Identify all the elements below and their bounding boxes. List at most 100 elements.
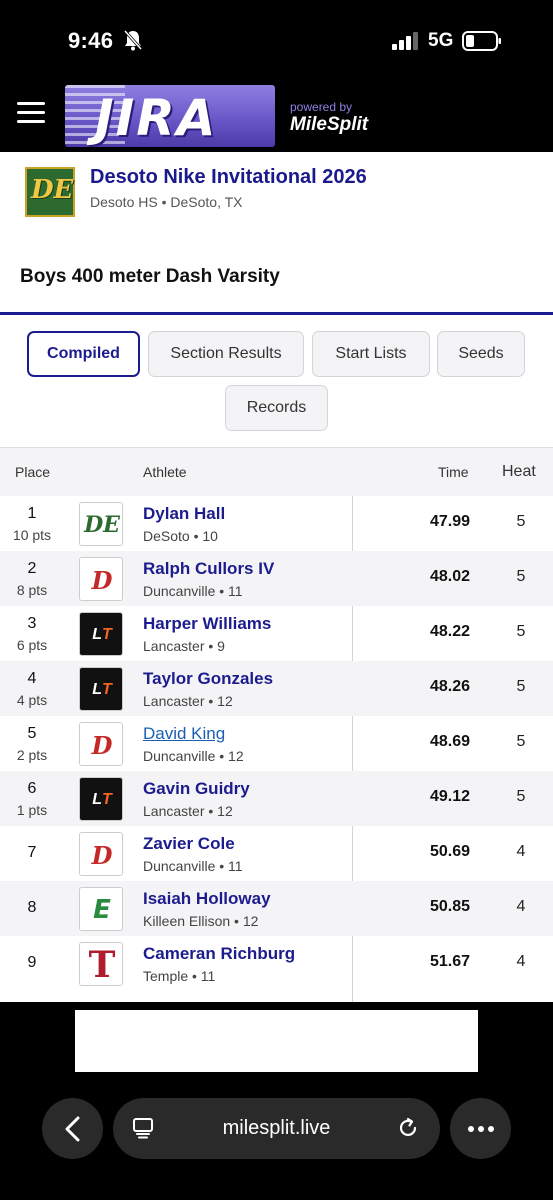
table-row: 2 8 pts D Ralph Cullors IV Duncanville •… bbox=[0, 551, 553, 606]
team-logo[interactable]: D bbox=[79, 722, 123, 766]
header-heat[interactable]: Heat bbox=[502, 463, 536, 481]
jira-logo-text: JIRA bbox=[95, 89, 218, 147]
row-points: 8 pts bbox=[16, 582, 48, 598]
row-time: 48.22 bbox=[429, 623, 470, 640]
table-row: 7 D Zavier Cole Duncanville • 11 50.69 4 bbox=[0, 826, 553, 881]
team-logo[interactable]: D bbox=[79, 557, 123, 601]
athlete-team: Duncanville • 11 bbox=[143, 583, 243, 599]
row-time: 48.26 bbox=[429, 678, 470, 695]
more-dots-icon bbox=[467, 1125, 494, 1132]
row-time: 48.02 bbox=[429, 568, 470, 585]
row-time: 50.85 bbox=[429, 898, 470, 915]
row-points: 1 pts bbox=[16, 802, 48, 818]
athlete-name[interactable]: Gavin Guidry bbox=[143, 779, 250, 799]
hamburger-menu-icon[interactable] bbox=[17, 102, 45, 124]
meet-logo: DE bbox=[25, 167, 75, 217]
athlete-name[interactable]: Dylan Hall bbox=[143, 504, 225, 524]
table-row: 1 10 pts DE Dylan Hall DeSoto • 10 47.99… bbox=[0, 496, 553, 551]
row-points: 10 pts bbox=[12, 527, 52, 543]
tab-records[interactable]: Records bbox=[225, 385, 328, 431]
url-text[interactable]: milesplit.live bbox=[113, 1117, 440, 1140]
athlete-name[interactable]: David King bbox=[143, 724, 225, 744]
table-body: 1 10 pts DE Dylan Hall DeSoto • 10 47.99… bbox=[0, 496, 553, 991]
team-logo[interactable]: LT bbox=[79, 667, 123, 711]
row-time: 51.67 bbox=[429, 953, 470, 970]
athlete-team: Duncanville • 11 bbox=[143, 858, 243, 874]
powered-by-label: powered by bbox=[290, 100, 353, 114]
team-logo[interactable]: D bbox=[79, 832, 123, 876]
back-button[interactable] bbox=[42, 1098, 103, 1159]
tab-section-results[interactable]: Section Results bbox=[148, 331, 304, 377]
team-logo[interactable]: LT bbox=[79, 777, 123, 821]
table-row: 4 4 pts LT Taylor Gonzales Lancaster • 1… bbox=[0, 661, 553, 716]
athlete-team: DeSoto • 10 bbox=[143, 528, 218, 544]
row-heat: 5 bbox=[516, 568, 526, 585]
table-row: 9 T Cameran Richburg Temple • 11 51.67 4 bbox=[0, 936, 553, 991]
athlete-name[interactable]: Cameran Richburg bbox=[143, 944, 295, 964]
event-title: Boys 400 meter Dash Varsity bbox=[20, 266, 280, 287]
ad-banner[interactable] bbox=[75, 1010, 478, 1072]
row-time: 47.99 bbox=[429, 513, 470, 530]
table-row: 5 2 pts D David King Duncanville • 12 48… bbox=[0, 716, 553, 771]
status-bar: 9:46 5G bbox=[0, 0, 553, 82]
athlete-name[interactable]: Ralph Cullors IV bbox=[143, 559, 274, 579]
meet-location: Desoto HS • DeSoto, TX bbox=[90, 194, 243, 210]
row-time: 49.12 bbox=[429, 788, 470, 805]
athlete-name[interactable]: Taylor Gonzales bbox=[143, 669, 273, 689]
row-points: 2 pts bbox=[16, 747, 48, 763]
table-header: Place Athlete Time Heat bbox=[0, 447, 553, 496]
reload-icon[interactable] bbox=[396, 1116, 420, 1140]
header-athlete: Athlete bbox=[143, 464, 187, 480]
row-heat: 5 bbox=[516, 733, 526, 750]
table-row: 3 6 pts LT Harper Williams Lancaster • 9… bbox=[0, 606, 553, 661]
team-logo[interactable]: DE bbox=[79, 502, 123, 546]
athlete-team: Lancaster • 12 bbox=[143, 693, 233, 709]
chevron-left-icon bbox=[65, 1116, 79, 1141]
row-place: 2 bbox=[27, 560, 37, 577]
tab-compiled[interactable]: Compiled bbox=[27, 331, 140, 377]
row-time: 50.69 bbox=[429, 843, 470, 860]
divider bbox=[0, 312, 553, 315]
row-heat: 5 bbox=[516, 623, 526, 640]
row-place: 4 bbox=[27, 670, 37, 687]
team-logo[interactable]: LT bbox=[79, 612, 123, 656]
network-label: 5G bbox=[428, 30, 454, 51]
athlete-team: Lancaster • 9 bbox=[143, 638, 225, 654]
row-place: 7 bbox=[27, 844, 37, 861]
milesplit-logo[interactable]: MileSplit bbox=[290, 114, 368, 136]
row-heat: 4 bbox=[516, 843, 526, 860]
tab-seeds[interactable]: Seeds bbox=[437, 331, 525, 377]
header-place: Place bbox=[15, 464, 51, 480]
browser-toolbar-area: milesplit.live bbox=[0, 1002, 553, 1200]
tab-start-lists[interactable]: Start Lists bbox=[312, 331, 430, 377]
row-place: 8 bbox=[27, 899, 37, 916]
site-header: JIRA powered by MileSplit bbox=[0, 82, 553, 152]
more-button[interactable] bbox=[450, 1098, 511, 1159]
table-row: 8 E Isaiah Holloway Killeen Ellison • 12… bbox=[0, 881, 553, 936]
athlete-name[interactable]: Harper Williams bbox=[143, 614, 271, 634]
row-points: 4 pts bbox=[16, 692, 48, 708]
row-place: 3 bbox=[27, 615, 37, 632]
team-logo[interactable]: E bbox=[79, 887, 123, 931]
battery-icon bbox=[462, 31, 501, 51]
jira-logo[interactable]: JIRA bbox=[65, 85, 275, 147]
row-time: 48.69 bbox=[429, 733, 470, 750]
athlete-team: Duncanville • 12 bbox=[143, 748, 244, 764]
results-table: Place Athlete Time Heat 1 10 pts DE Dyla… bbox=[0, 447, 553, 1002]
athlete-team: Temple • 11 bbox=[143, 968, 216, 984]
meet-title[interactable]: Desoto Nike Invitational 2026 bbox=[90, 166, 367, 189]
row-place: 6 bbox=[27, 780, 37, 797]
table-row: 6 1 pts LT Gavin Guidry Lancaster • 12 4… bbox=[0, 771, 553, 826]
header-time[interactable]: Time bbox=[438, 464, 469, 480]
athlete-name[interactable]: Zavier Cole bbox=[143, 834, 235, 854]
url-bar[interactable]: milesplit.live bbox=[113, 1098, 440, 1159]
row-heat: 4 bbox=[516, 898, 526, 915]
row-heat: 4 bbox=[516, 953, 526, 970]
row-place: 5 bbox=[27, 725, 37, 742]
team-logo[interactable]: T bbox=[79, 942, 123, 986]
row-heat: 5 bbox=[516, 678, 526, 695]
athlete-name[interactable]: Isaiah Holloway bbox=[143, 889, 271, 909]
row-heat: 5 bbox=[516, 513, 526, 530]
row-place: 9 bbox=[27, 954, 37, 971]
row-points: 6 pts bbox=[16, 637, 48, 653]
